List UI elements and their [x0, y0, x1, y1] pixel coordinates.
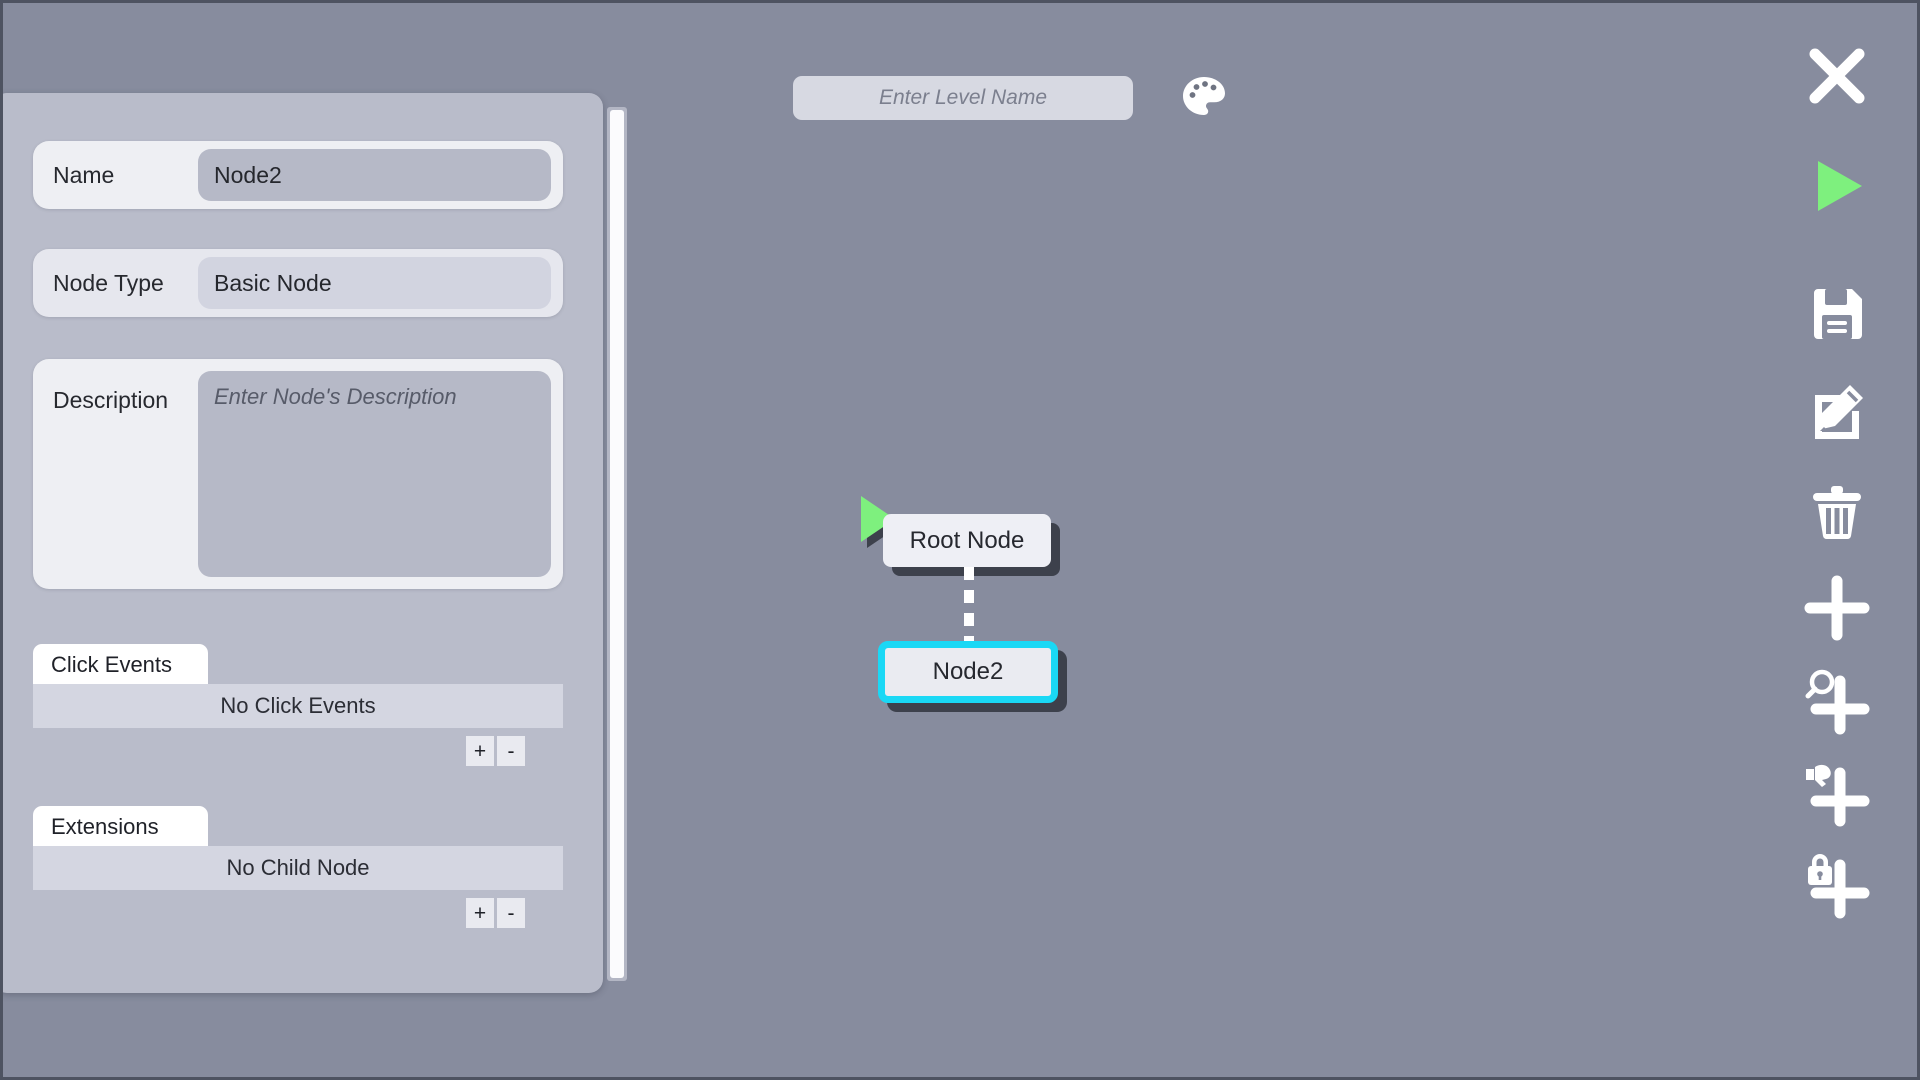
graph-node-node2[interactable]: Node2 [878, 641, 1058, 703]
extensions-add-button[interactable]: + [466, 898, 494, 928]
save-button[interactable] [1789, 265, 1885, 361]
extensions-empty-text: No Child Node [33, 846, 563, 890]
add-node-button[interactable] [1789, 561, 1885, 657]
extensions-tab-label: Extensions [33, 806, 208, 846]
play-icon [1804, 153, 1870, 222]
trash-icon [1806, 481, 1868, 546]
click-events-add-button[interactable]: + [466, 736, 494, 766]
description-textarea[interactable]: Enter Node's Description [198, 371, 551, 577]
close-icon [1804, 43, 1870, 112]
graph-node-root[interactable]: Root Node [883, 514, 1051, 567]
node-type-field-card: Node Type Basic Node [33, 249, 563, 317]
node-graph-canvas[interactable]: Root Node Node2 [623, 113, 1757, 1057]
extensions-section: Extensions No Child Node + - [33, 806, 563, 928]
lock-plus-icon [1802, 849, 1872, 922]
click-events-section: Click Events No Click Events + - [33, 644, 563, 766]
click-events-empty-text: No Click Events [33, 684, 563, 728]
delete-button[interactable] [1789, 465, 1885, 561]
name-input[interactable]: Node2 [198, 149, 551, 201]
description-field-card: Description Enter Node's Description [33, 359, 563, 589]
magnifier-plus-icon [1802, 665, 1872, 738]
save-floppy-icon [1806, 281, 1868, 346]
edit-button[interactable] [1789, 365, 1885, 461]
add-click-node-button[interactable] [1789, 745, 1885, 841]
click-events-remove-button[interactable]: - [497, 736, 525, 766]
graph-node-root-label: Root Node [910, 527, 1025, 555]
click-events-tab-label: Click Events [33, 644, 208, 684]
name-field-card: Name Node2 [33, 141, 563, 209]
node-type-select[interactable]: Basic Node [198, 257, 551, 309]
inspector-panel: Name Node2 Node Type Basic Node Descript… [0, 93, 603, 993]
hand-plus-icon [1802, 757, 1872, 830]
play-button[interactable] [1789, 139, 1885, 235]
right-toolbar [1757, 3, 1917, 1080]
name-label: Name [33, 162, 198, 189]
app-root: Name Node2 Node Type Basic Node Descript… [0, 0, 1920, 1080]
node-type-label: Node Type [33, 270, 198, 297]
add-locked-node-button[interactable] [1789, 837, 1885, 933]
extensions-remove-button[interactable]: - [497, 898, 525, 928]
description-label: Description [33, 359, 198, 414]
graph-node-node2-label: Node2 [933, 658, 1004, 686]
extensions-controls: + - [33, 898, 563, 928]
add-zoom-node-button[interactable] [1789, 653, 1885, 749]
inspector-scrollbar-thumb[interactable] [610, 110, 624, 978]
click-events-controls: + - [33, 736, 563, 766]
close-button[interactable] [1789, 29, 1885, 125]
edit-pencil-icon [1806, 381, 1868, 446]
plus-icon [1802, 573, 1872, 646]
